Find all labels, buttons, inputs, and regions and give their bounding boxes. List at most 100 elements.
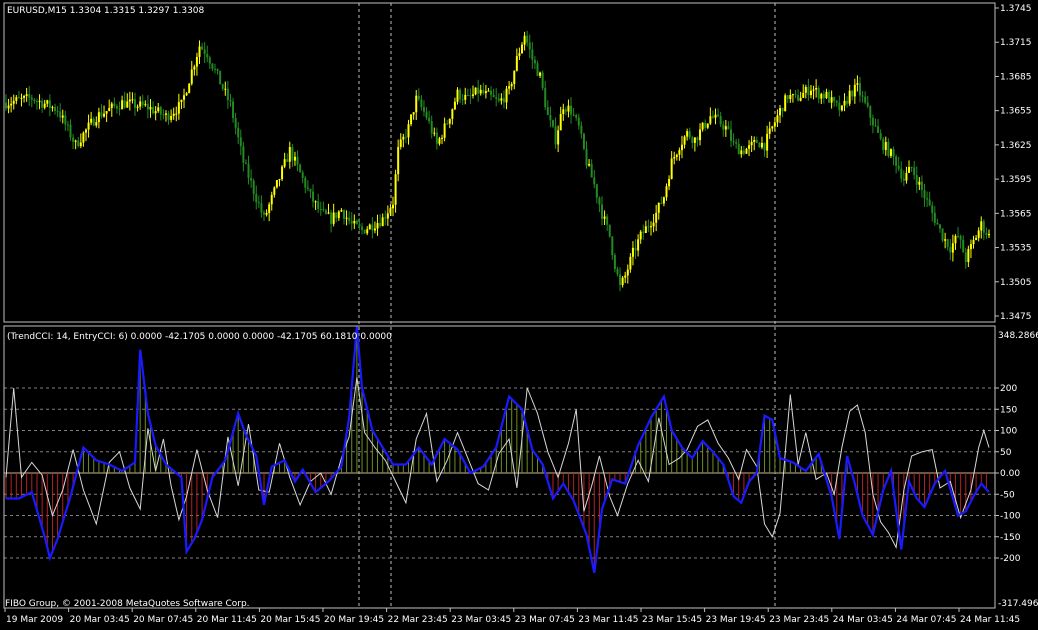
- candle-body: [144, 104, 147, 106]
- candle-body: [704, 122, 707, 128]
- candle-body: [358, 224, 361, 227]
- candle-body: [330, 212, 333, 224]
- time-tick-label: 23 Mar 03:45: [451, 615, 511, 625]
- candle-body: [415, 95, 418, 113]
- time-tick-label: 19 Mar 2009: [6, 615, 63, 625]
- candle-body: [779, 108, 782, 116]
- candle-body: [242, 146, 245, 163]
- candle-body: [637, 239, 640, 251]
- candle-body: [404, 136, 407, 138]
- indicator-tick-label: -100: [1000, 512, 1021, 522]
- indicator-tick-label: -50: [1000, 490, 1015, 500]
- candle-body: [665, 186, 668, 198]
- chart-background: [0, 0, 1038, 630]
- candle-body: [337, 211, 340, 218]
- candle-body: [293, 156, 296, 161]
- candle-body: [515, 56, 518, 71]
- candle-body: [802, 92, 805, 98]
- candle-body: [170, 115, 173, 120]
- price-tick-label: 1.3655: [1000, 107, 1032, 117]
- candle-body: [946, 239, 949, 248]
- candle-body: [345, 217, 348, 219]
- candle-body: [838, 102, 841, 111]
- candle-body: [164, 113, 167, 115]
- time-tick-label: 23 Mar 23:45: [769, 615, 829, 625]
- candle-body: [884, 142, 887, 150]
- candle-body: [278, 179, 281, 181]
- candle-body: [10, 103, 13, 106]
- candle-body: [332, 212, 335, 224]
- candle-body: [719, 115, 722, 125]
- candle-body: [255, 193, 258, 203]
- candle-body: [595, 184, 598, 198]
- candle-body: [523, 35, 526, 45]
- candle-body: [938, 224, 941, 229]
- candle-body: [600, 204, 603, 219]
- candle-body: [20, 97, 23, 99]
- candle-body: [794, 94, 797, 96]
- candle-body: [322, 209, 325, 211]
- candle-body: [466, 94, 469, 96]
- candle-body: [745, 148, 748, 154]
- time-tick-label: 20 Mar 07:45: [133, 615, 193, 625]
- candle-body: [131, 99, 134, 101]
- candle-body: [15, 97, 18, 101]
- candle-body: [580, 125, 583, 134]
- candle-body: [115, 106, 118, 109]
- time-tick-label: 24 Mar 07:45: [896, 615, 956, 625]
- candle-body: [368, 224, 371, 230]
- time-tick-label: 20 Mar 11:45: [197, 615, 257, 625]
- candle-body: [206, 54, 209, 58]
- candle-body: [371, 224, 374, 231]
- candle-body: [286, 159, 289, 162]
- candle-body: [766, 133, 769, 151]
- candle-body: [139, 101, 142, 107]
- candle-body: [317, 201, 320, 210]
- candle-body: [699, 129, 702, 141]
- candle-body: [500, 98, 503, 101]
- candle-body: [224, 88, 227, 90]
- candle-body: [670, 158, 673, 179]
- candle-body: [185, 93, 188, 96]
- candle-body: [327, 212, 330, 214]
- candle-body: [608, 224, 611, 237]
- candle-body: [967, 249, 970, 263]
- candle-body: [809, 90, 812, 96]
- candle-body: [941, 228, 944, 241]
- candle-body: [773, 122, 776, 127]
- candle-body: [533, 59, 536, 64]
- indicator-header: (TrendCCI: 14, EntryCCI: 6) 0.0000 -42.1…: [7, 332, 392, 342]
- candle-body: [660, 202, 663, 204]
- candle-body: [66, 124, 69, 126]
- candle-body: [588, 163, 591, 166]
- candle-body: [686, 131, 689, 137]
- price-tick-label: 1.3535: [1000, 244, 1032, 254]
- candle-body: [82, 132, 85, 143]
- candle-body: [647, 226, 650, 228]
- candle-body: [221, 84, 224, 89]
- candle-body: [673, 156, 676, 159]
- candle-body: [25, 94, 28, 96]
- candle-body: [619, 274, 622, 286]
- candle-body: [879, 133, 882, 139]
- candle-body: [384, 217, 387, 219]
- candle-body: [593, 177, 596, 185]
- candle-body: [668, 178, 671, 187]
- candle-body: [7, 105, 10, 109]
- candle-body: [5, 102, 7, 109]
- candle-body: [760, 142, 763, 148]
- candle-body: [146, 104, 149, 110]
- candle-body: [121, 100, 124, 110]
- candle-body: [784, 95, 787, 112]
- candle-body: [379, 223, 382, 227]
- candle-body: [477, 87, 480, 94]
- candle-body: [136, 106, 139, 108]
- candle-body: [631, 247, 634, 257]
- candle-body: [402, 136, 405, 140]
- candle-body: [335, 212, 338, 218]
- candle-body: [505, 88, 508, 103]
- candle-body: [521, 44, 524, 54]
- candle-body: [420, 99, 423, 108]
- candle-body: [105, 111, 108, 114]
- candle-body: [768, 128, 771, 134]
